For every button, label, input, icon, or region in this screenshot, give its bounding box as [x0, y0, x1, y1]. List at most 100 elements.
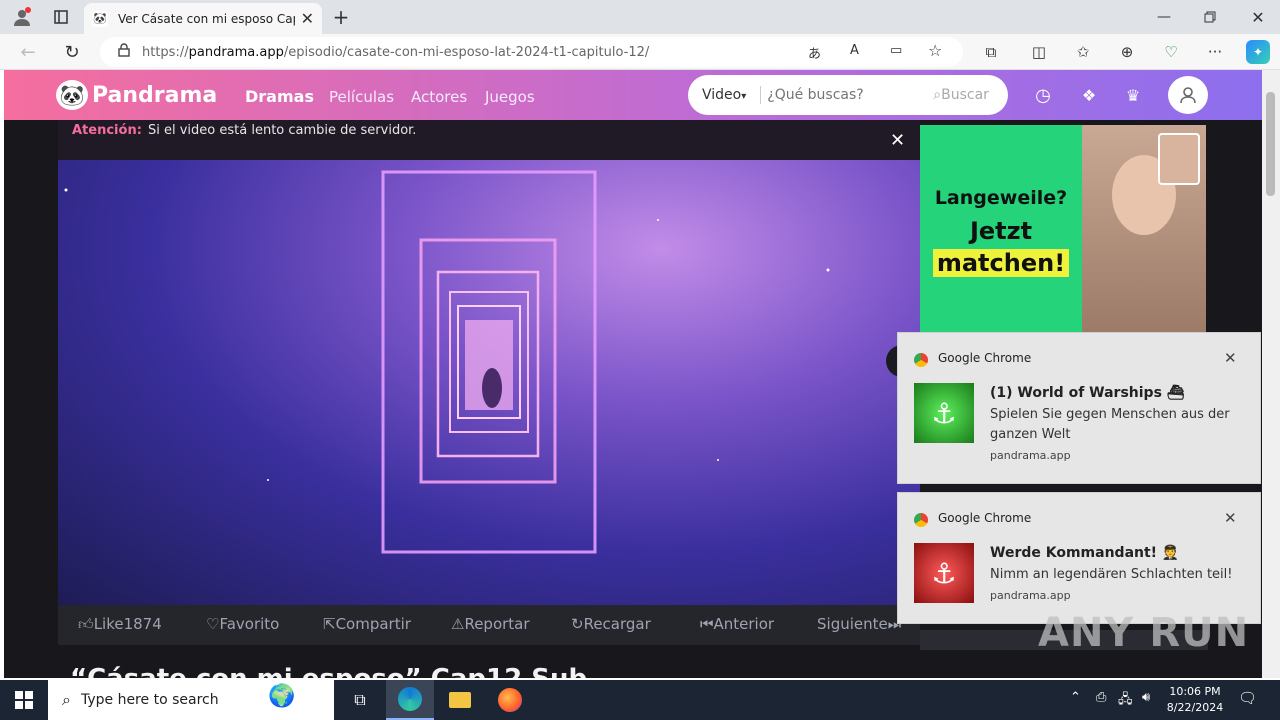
browser-toolbar: ← ↻ https:// pandrama.app /episodio/casa… — [0, 34, 1280, 70]
search-icon: ⌕ — [62, 690, 71, 709]
collections-icon[interactable]: ⊕ — [1116, 42, 1138, 62]
favorites-icon[interactable]: ✩ — [1072, 42, 1094, 62]
heart-icon: ♡ — [206, 615, 220, 633]
notification-source: pandrama.app — [990, 589, 1071, 602]
scrollbar[interactable] — [1262, 70, 1280, 678]
close-notice-icon[interactable]: ✕ — [890, 130, 905, 151]
anyrun-watermark: ANY RUN — [1038, 610, 1250, 656]
notification-body: Nimm an legendären Schlachten teil! — [990, 567, 1233, 582]
notification-2[interactable]: Google Chrome ✕ ⚓ Werde Kommandant! 🧑‍✈️… — [897, 492, 1261, 624]
network-icon[interactable]: 🖧 — [1118, 690, 1133, 712]
notification-app: Google Chrome — [938, 351, 1032, 365]
user-avatar-icon[interactable] — [1168, 76, 1208, 114]
logo-text: Pandrama — [92, 82, 218, 108]
reload-button[interactable]: ↻Recargar — [571, 615, 651, 633]
windows-start-icon[interactable] — [0, 680, 48, 720]
translate-icon[interactable]: あ — [808, 43, 821, 62]
crown-icon[interactable]: ♛ — [1122, 84, 1144, 106]
reload-icon: ↻ — [571, 615, 584, 633]
episode-title: “Cásate con mi esposo” Cap12 Sub — [70, 664, 587, 678]
chrome-icon — [914, 513, 928, 527]
tab-active[interactable]: 🐼 Ver Cásate con mi esposo Capítul ✕ — [84, 3, 322, 34]
favorite-button[interactable]: ♡Favorito — [206, 615, 279, 633]
tray-device-icon[interactable]: ⎙ — [1096, 690, 1106, 705]
close-window-icon[interactable]: ✕ — [1246, 6, 1270, 28]
clock-time: 10:06 PM — [1169, 685, 1221, 698]
nav-actores[interactable]: Actores — [411, 88, 467, 106]
read-aloud-icon[interactable]: A — [850, 43, 859, 58]
warships-green-icon: ⚓ — [914, 383, 974, 443]
notification-title: Werde Kommandant! 🧑‍✈️ — [990, 545, 1180, 561]
site-search-box: Video▾ ⌕Buscar — [688, 75, 1008, 115]
refresh-icon[interactable]: ↻ — [60, 40, 84, 64]
chevron-down-icon: ▾ — [741, 91, 747, 102]
episode-title-clip: “Cásate con mi esposo” Cap12 Sub — [70, 664, 670, 678]
edge-taskbar-icon[interactable] — [386, 680, 434, 720]
task-view-icon[interactable]: ⧉ — [336, 680, 384, 720]
split-screen-icon[interactable]: ◫ — [1028, 42, 1050, 62]
ad-line-3: matchen! — [932, 249, 1070, 277]
notification-body: Spielen Sie gegen Menschen aus der ganze… — [990, 407, 1230, 442]
alert-icon: ⚠ — [451, 615, 465, 633]
tab-actions-icon[interactable] — [50, 6, 72, 28]
scrollbar-thumb[interactable] — [1266, 92, 1275, 196]
ad-banner[interactable]: Langeweile? Jetzt matchen! — [920, 125, 1082, 340]
ad-line-1: Langeweile? — [934, 187, 1068, 209]
minimize-icon[interactable]: — — [1152, 6, 1176, 28]
anchor-icon: ⚓ — [931, 396, 957, 430]
browser-tabstrip: 🐼 Ver Cásate con mi esposo Capítul ✕ + —… — [0, 0, 1280, 34]
back-icon[interactable]: ← — [16, 40, 40, 64]
restore-icon[interactable] — [1198, 6, 1222, 28]
tray-chevron-icon[interactable]: ⌃ — [1070, 690, 1081, 705]
notification-center-icon[interactable]: 🗨︎ — [1238, 689, 1257, 707]
episode-actions-bar: 👍︎Like1874 ♡Favorito ⇱Compartir ⚠Reporta… — [58, 605, 920, 645]
close-tab-icon[interactable]: ✕ — [301, 9, 314, 28]
categories-icon[interactable]: ❖ — [1078, 84, 1100, 106]
tab-title: Ver Cásate con mi esposo Capítul — [118, 11, 295, 26]
history-icon[interactable]: ◷ — [1032, 84, 1054, 106]
nav-juegos[interactable]: Juegos — [485, 88, 535, 106]
report-button[interactable]: ⚠Reportar — [451, 615, 530, 633]
previous-button[interactable]: ⏮Anterior — [700, 615, 774, 633]
taskbar-clock[interactable]: 10:06 PM 8/22/2024 — [1166, 684, 1224, 716]
notice-label: Atención: — [72, 123, 142, 138]
browser-essentials-icon[interactable]: ♡ — [1160, 42, 1182, 62]
tunnel-artwork — [64, 170, 830, 554]
share-button[interactable]: ⇱Compartir — [323, 615, 411, 633]
warships-red-icon: ⚓ — [914, 543, 974, 603]
url-domain: pandrama.app — [188, 44, 284, 60]
notice-bar: Atención: Si el video está lento cambie … — [58, 120, 920, 160]
profile-icon[interactable] — [10, 5, 34, 29]
video-player[interactable] — [58, 160, 920, 605]
firefox-icon[interactable] — [486, 680, 534, 720]
nav-peliculas[interactable]: Películas — [329, 88, 394, 106]
notification-close-icon[interactable]: ✕ — [1224, 349, 1237, 367]
address-bar[interactable]: https:// pandrama.app /episodio/casate-c… — [100, 37, 963, 67]
more-menu-icon[interactable]: ··· — [1204, 42, 1226, 62]
search-button[interactable]: ⌕Buscar — [933, 87, 989, 103]
like-button[interactable]: 👍︎Like1874 — [78, 615, 162, 634]
anchor-icon: ⚓ — [931, 556, 957, 590]
search-input[interactable] — [767, 87, 928, 103]
ad-line-2: Jetzt — [969, 217, 1033, 245]
taskbar: ⌕ Type here to search 🌍 ⧉ ⌃ ⎙ 🖧 🔊︎ 10:06… — [0, 680, 1280, 720]
nav-dramas[interactable]: Dramas — [245, 87, 314, 106]
favorite-star-icon[interactable]: ☆ — [928, 41, 942, 60]
url-prefix: https:// — [142, 44, 189, 60]
ad-photo[interactable] — [1082, 125, 1206, 340]
reader-mode-icon[interactable]: ▭ — [890, 43, 902, 58]
notice-text: Si el video está lento cambie de servido… — [148, 123, 417, 138]
notification-close-icon[interactable]: ✕ — [1224, 509, 1237, 527]
taskbar-search-box[interactable]: ⌕ Type here to search 🌍 — [48, 680, 334, 720]
notification-1[interactable]: Google Chrome ✕ ⚓ (1) World of Warships … — [897, 332, 1261, 484]
notification-app: Google Chrome — [938, 511, 1032, 525]
next-button[interactable]: Siguiente⏭ — [817, 615, 901, 633]
panda-logo-icon: 🐼 — [56, 80, 88, 110]
search-type-select[interactable]: Video▾ — [702, 87, 746, 103]
volume-icon[interactable]: 🔊︎ — [1142, 690, 1150, 705]
file-explorer-icon[interactable] — [436, 680, 484, 720]
extensions-icon[interactable]: ⧉ — [980, 42, 1002, 62]
site-logo[interactable]: 🐼 Pandrama — [56, 80, 217, 110]
new-tab-icon[interactable]: + — [330, 5, 352, 29]
copilot-icon[interactable]: ✦ — [1246, 40, 1270, 64]
